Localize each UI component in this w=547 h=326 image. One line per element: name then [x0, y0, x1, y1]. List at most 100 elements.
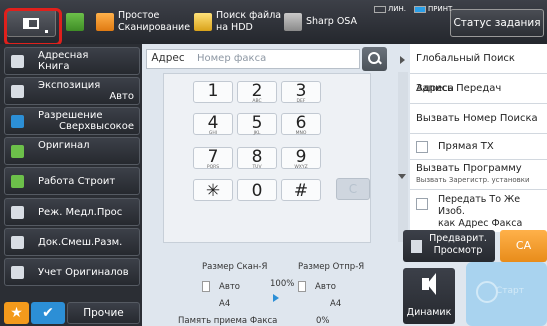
mixed-size-button[interactable]: Док.Смеш.Разм. — [4, 228, 140, 256]
search-icon[interactable] — [362, 47, 387, 71]
key-8-digit: 8 — [251, 147, 263, 167]
simple-scan-label-2: Сканирование — [118, 22, 191, 33]
key-8-letters: TUV — [252, 165, 262, 170]
green-app-icon — [66, 13, 84, 31]
resolution-label: Разрешение — [38, 110, 103, 121]
right-action-panel: Глобальный Поиск Адреса Запись Передач В… — [410, 44, 547, 232]
preview-button[interactable]: Предварит. Просмотр — [403, 230, 495, 262]
job-build-icon — [11, 175, 24, 188]
hdd-search-label-2: на HDD — [216, 22, 253, 33]
scrollbar[interactable] — [398, 72, 408, 242]
shortcut-simple-scan[interactable]: Простое Сканирование — [96, 4, 192, 40]
key-2-digit: 2 — [251, 81, 263, 101]
count-originals-icon — [11, 266, 24, 279]
key-0-digit: 0 — [251, 181, 263, 201]
address-book-label-2: Книга — [38, 61, 70, 72]
line-indicator: ЛИН. — [374, 5, 406, 13]
call-program-label: Вызвать Программу — [416, 163, 522, 174]
tx-log-item[interactable]: Запись Передач — [410, 74, 547, 104]
count-originals-button[interactable]: Учет Оригиналов — [4, 258, 140, 286]
count-originals-label: Учет Оригиналов — [38, 267, 129, 278]
speaker-button[interactable]: Динамик — [403, 268, 455, 324]
preview-label-1: Предварит. — [429, 233, 487, 244]
key-asterisk-symbol: ✳ — [205, 181, 221, 201]
address-book-icon — [11, 55, 24, 68]
send-same-image-checkbox[interactable] — [416, 198, 428, 210]
others-button[interactable]: Прочие — [67, 302, 140, 324]
key-3-digit: 3 — [295, 81, 307, 101]
key-6[interactable]: 6 MNO — [281, 113, 321, 136]
key-asterisk[interactable]: ✳ — [193, 179, 233, 201]
line-indicator-label: ЛИН. — [388, 5, 406, 13]
preview-label-2: Просмотр — [433, 245, 483, 256]
ca-button[interactable]: CA — [500, 230, 547, 262]
key-4-digit: 4 — [207, 113, 219, 133]
ratio-value: 100% — [270, 279, 295, 289]
key-4[interactable]: 4 GHI — [193, 113, 233, 136]
favorites-star-icon[interactable]: ★ — [4, 302, 29, 324]
start-icon — [476, 281, 498, 303]
global-address-search-item[interactable]: Глобальный Поиск Адреса — [410, 44, 547, 94]
scan-size-value: Авто — [219, 282, 240, 292]
scan-document-icon — [202, 281, 210, 292]
check-settings-icon[interactable]: ✔ — [31, 302, 65, 324]
resolution-value: Сверхвысокое — [58, 121, 134, 132]
key-7[interactable]: 7 PQRS — [193, 147, 233, 170]
job-status-button[interactable]: Статус задания — [450, 9, 544, 37]
key-2[interactable]: 2 ABC — [237, 81, 277, 104]
key-hash-symbol: # — [293, 181, 309, 201]
job-build-button[interactable]: Работа Строит — [4, 167, 140, 195]
key-0[interactable]: 0 — [237, 179, 277, 201]
address-label: Адрес — [151, 52, 185, 64]
speaker-cone-icon — [427, 273, 436, 295]
scan-size-label: Размер Скан-Я — [202, 262, 268, 272]
print-indicator: ПРИНТ — [414, 5, 452, 13]
direct-tx-label: Прямая ТХ — [438, 141, 494, 152]
exposure-button[interactable]: Экспозиция Авто — [4, 77, 140, 105]
print-led — [414, 5, 426, 13]
panel-toggle-arrow-icon[interactable] — [397, 55, 407, 65]
simple-scan-icon — [96, 13, 114, 31]
send-paper-size: A4 — [330, 299, 342, 309]
shortcut-green-app[interactable] — [66, 4, 88, 40]
shortcut-sharp-osa[interactable]: Sharp OSA — [284, 4, 362, 40]
fax-memory-label: Память приема Факса — [178, 316, 278, 326]
scroll-down-arrow-icon[interactable] — [397, 172, 407, 180]
address-book-button[interactable]: Адресная Книга — [4, 47, 140, 75]
exposure-label: Экспозиция — [38, 80, 101, 91]
clear-button[interactable]: C — [336, 178, 370, 200]
key-6-letters: MNO — [295, 131, 307, 136]
key-1[interactable]: 1 — [193, 81, 233, 103]
key-9[interactable]: 9 WXYZ — [281, 147, 321, 170]
direct-tx-checkbox[interactable] — [416, 141, 428, 153]
original-button[interactable]: Оригинал — [4, 137, 140, 165]
resolution-button[interactable]: Разрешение Сверхвысокое — [4, 107, 140, 135]
call-program-item[interactable]: Вызвать Программу Вызвать Зарегистр. уст… — [410, 160, 547, 190]
shortcut-hdd-search[interactable]: Поиск файла на HDD — [194, 4, 281, 40]
address-book-label-1: Адресная — [38, 50, 89, 61]
job-build-label: Работа Строит — [38, 176, 116, 187]
key-hash[interactable]: # — [281, 179, 321, 201]
send-document-icon — [298, 281, 306, 292]
highlight-frame — [4, 8, 62, 46]
send-same-image-item[interactable]: Передать То Же Изоб. как Адрес Факса — [410, 190, 547, 232]
key-2-letters: ABC — [252, 99, 262, 104]
fax-memory-value: 0% — [316, 316, 330, 326]
preview-icon — [411, 240, 422, 253]
start-label: Старт — [496, 286, 524, 296]
key-5[interactable]: 5 JKL — [237, 113, 277, 136]
simple-scan-label-1: Простое — [118, 10, 160, 21]
call-search-number-item[interactable]: Вызвать Номер Поиска — [410, 104, 547, 134]
start-button[interactable]: Старт — [466, 262, 547, 326]
exposure-value: Авто — [109, 91, 134, 102]
key-3[interactable]: 3 DEF — [281, 81, 321, 104]
slow-scan-button[interactable]: Реж. Медл.Прос — [4, 198, 140, 226]
clear-label: C — [348, 182, 358, 196]
line-led — [374, 5, 386, 13]
direct-tx-item[interactable]: Прямая ТХ — [410, 134, 547, 160]
mixed-size-label: Док.Смеш.Разм. — [38, 237, 123, 248]
key-9-letters: WXYZ — [294, 165, 308, 170]
key-7-letters: PQRS — [206, 165, 220, 170]
key-8[interactable]: 8 TUV — [237, 147, 277, 170]
key-3-letters: DEF — [296, 99, 306, 104]
